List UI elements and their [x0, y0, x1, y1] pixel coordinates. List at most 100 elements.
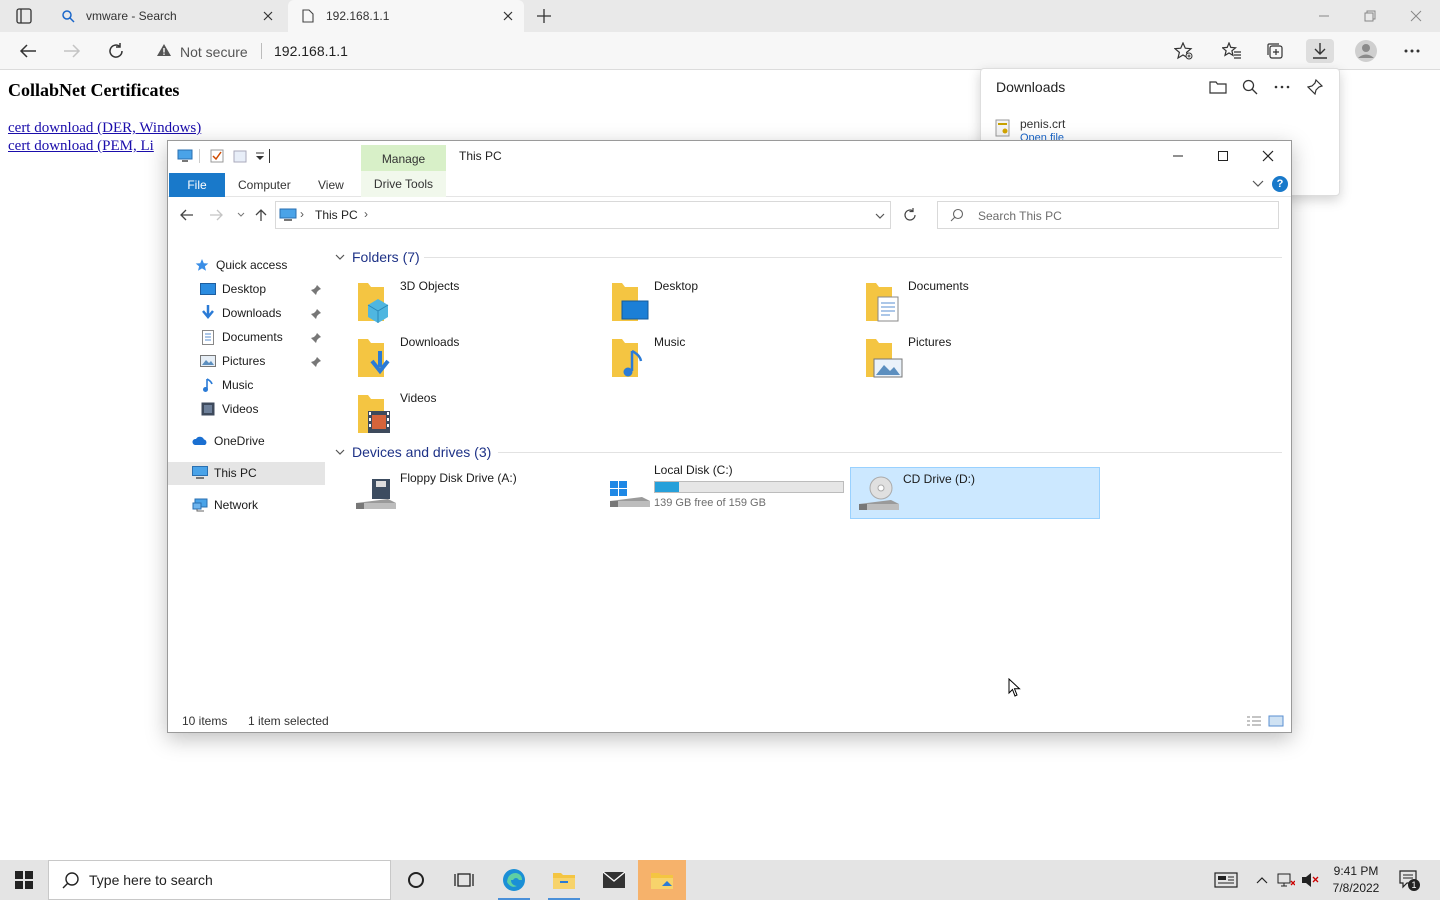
refresh-icon[interactable]	[897, 201, 923, 229]
drive-tools-tab[interactable]: Drive Tools	[361, 171, 446, 197]
minimize-icon[interactable]	[1312, 4, 1336, 28]
start-button[interactable]	[0, 860, 48, 900]
forward-arrow-icon[interactable]	[60, 39, 84, 63]
nav-videos[interactable]: Videos	[200, 398, 258, 420]
forward-arrow-icon[interactable]	[208, 207, 224, 223]
downloads-icon[interactable]	[1306, 39, 1334, 63]
nav-downloads[interactable]: Downloads	[200, 302, 281, 324]
nav-onedrive[interactable]: OneDrive	[192, 430, 265, 452]
view-tab[interactable]: View	[318, 173, 344, 197]
restore-icon[interactable]	[1358, 4, 1382, 28]
music-note-icon	[200, 377, 216, 393]
cert-der-link[interactable]: cert download (DER, Windows)	[8, 120, 201, 137]
task-view-icon[interactable]	[440, 860, 488, 900]
recent-locations-icon[interactable]	[233, 207, 249, 223]
pin-icon[interactable]	[1304, 77, 1326, 97]
mail-icon[interactable]	[590, 860, 638, 900]
network-status-icon[interactable]	[1276, 870, 1296, 890]
file-explorer-icon[interactable]	[540, 860, 588, 900]
pin-icon[interactable]	[310, 356, 322, 368]
address-history-icon[interactable]	[872, 208, 888, 224]
nav-music[interactable]: Music	[200, 374, 253, 396]
large-icons-view-icon[interactable]	[1268, 715, 1284, 727]
close-tab-icon[interactable]	[260, 8, 276, 24]
chevron-up-icon[interactable]	[1252, 870, 1272, 890]
nav-documents[interactable]: Documents	[200, 326, 283, 348]
search-input[interactable]: Search This PC	[937, 201, 1279, 229]
tab-192-168-1-1[interactable]: 192.168.1.1	[288, 0, 524, 32]
folder-music[interactable]: Music	[602, 331, 852, 383]
maximize-icon[interactable]	[1200, 141, 1246, 171]
refresh-icon[interactable]	[104, 39, 128, 63]
search-downloads-icon[interactable]	[1239, 77, 1261, 97]
nav-this-pc[interactable]: This PC	[192, 462, 257, 484]
up-arrow-icon[interactable]	[253, 207, 269, 223]
folder-documents[interactable]: Documents	[856, 275, 1106, 327]
taskbar-search-input[interactable]: Type here to search	[48, 860, 391, 900]
add-favorite-icon[interactable]	[1170, 39, 1198, 63]
notification-badge: 1	[1408, 879, 1420, 891]
back-arrow-icon[interactable]	[179, 207, 195, 223]
favorites-icon[interactable]	[1218, 39, 1246, 63]
edge-browser-icon[interactable]	[490, 860, 538, 900]
group-divider	[498, 452, 1282, 453]
folders-group-header[interactable]: Folders (7)	[334, 249, 420, 265]
security-indicator[interactable]: Not secure	[156, 43, 248, 60]
customize-qat-icon[interactable]	[252, 148, 268, 164]
nav-desktop[interactable]: Desktop	[200, 278, 266, 300]
explorer-window-icon[interactable]	[638, 860, 686, 900]
breadcrumb[interactable]: This PC	[315, 208, 358, 222]
close-icon[interactable]	[1245, 141, 1291, 171]
explorer-address-bar[interactable]: › This PC ›	[275, 201, 891, 229]
open-folder-icon[interactable]	[1207, 77, 1229, 97]
volume-muted-icon[interactable]	[1300, 870, 1320, 890]
manage-tab[interactable]: Manage	[361, 145, 446, 173]
folder-3d-objects[interactable]: 3D Objects	[348, 275, 598, 327]
close-tab-icon[interactable]	[500, 8, 516, 24]
details-view-icon[interactable]	[1246, 715, 1262, 727]
folder-desktop[interactable]: Desktop	[602, 275, 852, 327]
properties-icon[interactable]	[209, 148, 225, 164]
profile-avatar[interactable]	[1352, 39, 1380, 63]
new-folder-icon[interactable]	[232, 148, 248, 164]
new-tab-icon[interactable]	[534, 6, 554, 26]
collections-icon[interactable]	[1262, 39, 1290, 63]
more-downloads-icon[interactable]	[1271, 77, 1293, 97]
minimize-icon[interactable]	[1155, 141, 1201, 171]
help-icon[interactable]: ?	[1272, 176, 1288, 192]
more-options-icon[interactable]	[1398, 39, 1426, 63]
system-clock[interactable]: 9:41 PM 7/8/2022	[1326, 863, 1386, 897]
page-icon	[300, 8, 316, 24]
pin-icon[interactable]	[310, 308, 322, 320]
drive-floppy[interactable]: Floppy Disk Drive (A:)	[348, 467, 598, 519]
notification-center-icon[interactable]: 1	[1398, 869, 1420, 891]
nav-network[interactable]: Network	[192, 494, 258, 516]
folder-name: Music	[654, 335, 686, 349]
close-window-icon[interactable]	[1404, 4, 1428, 28]
folder-videos[interactable]: Videos	[348, 387, 598, 439]
pin-icon[interactable]	[310, 284, 322, 296]
cortana-icon[interactable]	[392, 860, 440, 900]
back-arrow-icon[interactable]	[16, 39, 40, 63]
folder-downloads[interactable]: Downloads	[348, 331, 598, 383]
cert-pem-link[interactable]: cert download (PEM, Li	[8, 138, 154, 155]
tab-actions-icon[interactable]	[10, 6, 38, 26]
computer-tab[interactable]: Computer	[238, 173, 291, 197]
folder-pictures[interactable]: Pictures	[856, 331, 1106, 383]
url-field[interactable]: 192.168.1.1	[274, 43, 348, 59]
keyboard-layout-icon[interactable]	[1214, 870, 1238, 890]
drives-group-header[interactable]: Devices and drives (3)	[334, 444, 491, 460]
expand-ribbon-icon[interactable]	[1250, 176, 1266, 192]
network-icon	[192, 497, 208, 513]
disk-usage-bar	[654, 481, 844, 493]
nav-quick-access[interactable]: Quick access	[194, 254, 287, 276]
nav-pictures[interactable]: Pictures	[200, 350, 265, 372]
desktop-icon	[200, 281, 216, 297]
tab-vmware-search[interactable]: vmware - Search	[48, 0, 284, 32]
breadcrumb-chevron-icon[interactable]: ›	[364, 207, 368, 221]
breadcrumb-chevron-icon[interactable]: ›	[300, 207, 304, 221]
file-tab[interactable]: File	[169, 173, 225, 197]
pin-icon[interactable]	[310, 332, 322, 344]
drive-cd-d[interactable]: CD Drive (D:)	[850, 467, 1100, 519]
drive-local-c[interactable]: Local Disk (C:) 139 GB free of 159 GB	[602, 459, 852, 511]
